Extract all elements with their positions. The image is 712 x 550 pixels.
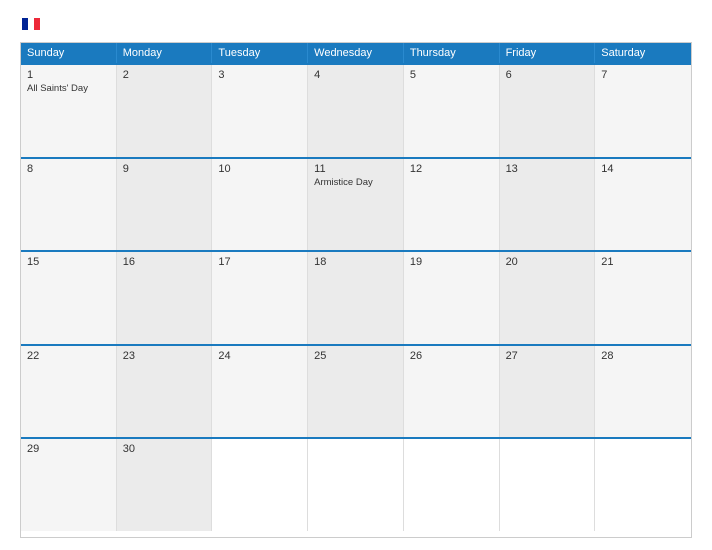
day-number: 10 <box>218 163 301 175</box>
day-header-sunday: Sunday <box>21 43 117 63</box>
day-number: 17 <box>218 256 301 268</box>
cal-cell: 1 All Saints' Day <box>21 65 117 157</box>
cal-cell: 27 <box>500 346 596 438</box>
logo-top <box>20 16 40 32</box>
cal-cell: 4 <box>308 65 404 157</box>
calendar-page: SundayMondayTuesdayWednesdayThursdayFrid… <box>0 0 712 550</box>
calendar-grid: SundayMondayTuesdayWednesdayThursdayFrid… <box>20 42 692 538</box>
cal-cell: 17 <box>212 252 308 344</box>
cal-cell: 13 <box>500 159 596 251</box>
cal-cell <box>500 439 596 531</box>
cal-cell: 15 <box>21 252 117 344</box>
header <box>20 16 692 32</box>
calendar-body: 1All Saints' Day234567891011Armistice Da… <box>21 63 691 531</box>
day-number: 26 <box>410 350 493 362</box>
day-number: 21 <box>601 256 685 268</box>
cal-cell: 12 <box>404 159 500 251</box>
week-row-2: 8 9 10 11 Armistice Day 12 13 14 <box>21 157 691 251</box>
day-number: 19 <box>410 256 493 268</box>
cal-cell: 20 <box>500 252 596 344</box>
cal-cell <box>212 439 308 531</box>
cal-cell: 6 <box>500 65 596 157</box>
day-number: 7 <box>601 69 685 81</box>
cal-cell: 24 <box>212 346 308 438</box>
cal-cell: 7 <box>595 65 691 157</box>
week-row-1: 1All Saints' Day234567 <box>21 63 691 157</box>
cal-cell: 5 <box>404 65 500 157</box>
day-number: 28 <box>601 350 685 362</box>
day-number: 13 <box>506 163 589 175</box>
day-number: 20 <box>506 256 589 268</box>
holiday-label: Armistice Day <box>314 177 397 188</box>
day-header-monday: Monday <box>117 43 213 63</box>
cal-cell: 23 <box>117 346 213 438</box>
cal-cell: 10 <box>212 159 308 251</box>
week-row-5: 29 30 <box>21 437 691 531</box>
cal-cell: 19 <box>404 252 500 344</box>
day-number: 2 <box>123 69 206 81</box>
week-row-4: 22 23 24 25 26 27 28 <box>21 344 691 438</box>
day-number: 23 <box>123 350 206 362</box>
day-header-saturday: Saturday <box>595 43 691 63</box>
day-number: 3 <box>218 69 301 81</box>
cal-cell: 29 <box>21 439 117 531</box>
day-header-wednesday: Wednesday <box>308 43 404 63</box>
cal-cell: 25 <box>308 346 404 438</box>
cal-cell: 14 <box>595 159 691 251</box>
holiday-label: All Saints' Day <box>27 83 110 94</box>
day-number: 22 <box>27 350 110 362</box>
cal-cell: 26 <box>404 346 500 438</box>
cal-cell: 8 <box>21 159 117 251</box>
cal-cell: 21 <box>595 252 691 344</box>
cal-cell: 3 <box>212 65 308 157</box>
day-number: 18 <box>314 256 397 268</box>
cal-cell <box>308 439 404 531</box>
cal-cell <box>595 439 691 531</box>
day-number: 29 <box>27 443 110 455</box>
cal-cell: 11 Armistice Day <box>308 159 404 251</box>
day-number: 25 <box>314 350 397 362</box>
day-number: 5 <box>410 69 493 81</box>
logo <box>20 16 40 32</box>
cal-cell <box>404 439 500 531</box>
day-header-thursday: Thursday <box>404 43 500 63</box>
cal-cell: 30 <box>117 439 213 531</box>
day-number: 9 <box>123 163 206 175</box>
day-number: 8 <box>27 163 110 175</box>
day-number: 6 <box>506 69 589 81</box>
day-header-tuesday: Tuesday <box>212 43 308 63</box>
day-number: 14 <box>601 163 685 175</box>
day-number: 30 <box>123 443 206 455</box>
days-header: SundayMondayTuesdayWednesdayThursdayFrid… <box>21 43 691 63</box>
cal-cell: 9 <box>117 159 213 251</box>
day-number: 16 <box>123 256 206 268</box>
logo-flag-icon <box>22 18 40 30</box>
cal-cell: 22 <box>21 346 117 438</box>
day-header-friday: Friday <box>500 43 596 63</box>
cal-cell: 28 <box>595 346 691 438</box>
day-number: 12 <box>410 163 493 175</box>
day-number: 24 <box>218 350 301 362</box>
cal-cell: 18 <box>308 252 404 344</box>
day-number: 15 <box>27 256 110 268</box>
day-number: 4 <box>314 69 397 81</box>
day-number: 27 <box>506 350 589 362</box>
cal-cell: 16 <box>117 252 213 344</box>
cal-cell: 2 <box>117 65 213 157</box>
day-number: 11 <box>314 163 397 175</box>
week-row-3: 15 16 17 18 19 20 21 <box>21 250 691 344</box>
day-number: 1 <box>27 69 110 81</box>
